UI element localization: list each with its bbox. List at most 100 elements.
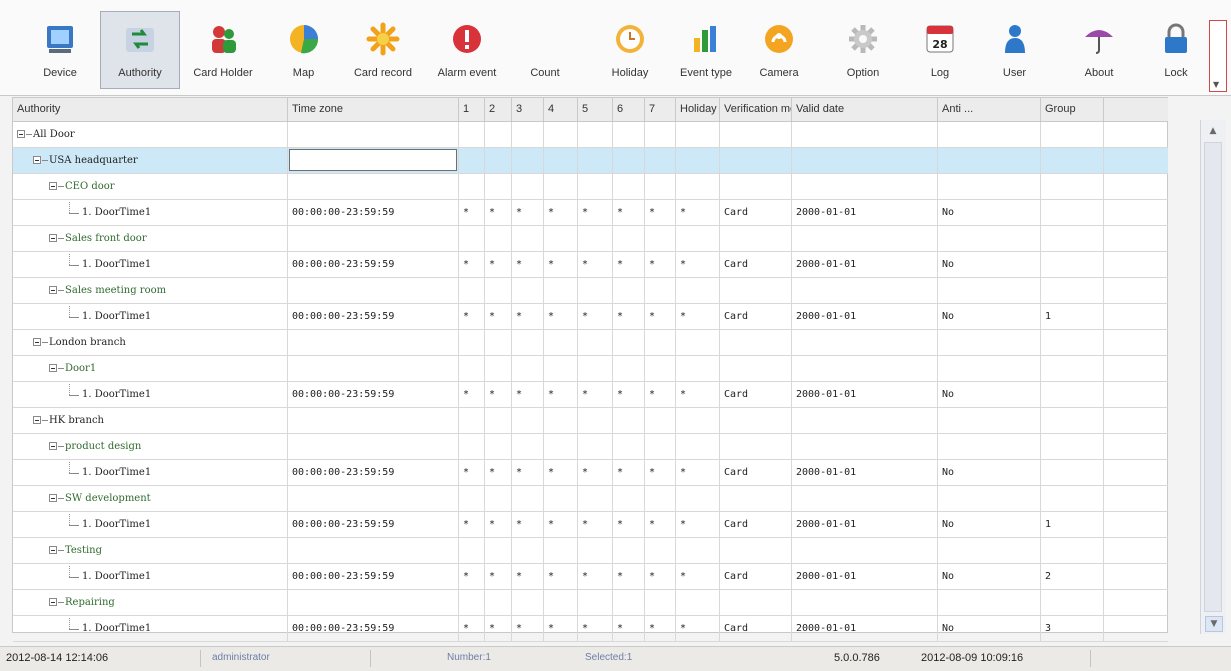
cell-valid-date[interactable]: [792, 356, 938, 381]
cell-5[interactable]: [578, 174, 613, 199]
collapse-toggle-icon[interactable]: [49, 286, 57, 294]
cell-verification-method[interactable]: [720, 356, 792, 381]
toolbar-option-button[interactable]: Option: [823, 12, 903, 90]
cell-2[interactable]: [485, 434, 512, 459]
column-header-anti[interactable]: Anti ...: [938, 98, 1041, 121]
cell-group[interactable]: [1041, 382, 1104, 407]
toolbar-map-button[interactable]: Map: [276, 12, 331, 90]
tree-node-label[interactable]: London branch: [49, 330, 126, 355]
cell-group[interactable]: 2: [1041, 564, 1104, 589]
cell-group[interactable]: [1041, 330, 1104, 355]
cell-holiday[interactable]: [676, 174, 720, 199]
cell-7[interactable]: [645, 486, 676, 511]
cell-7[interactable]: *: [645, 512, 676, 537]
cell-verification-method[interactable]: [720, 122, 792, 147]
cell-valid-date[interactable]: [792, 408, 938, 433]
cell-2[interactable]: [485, 408, 512, 433]
tree-node-row[interactable]: London branch: [13, 330, 1168, 356]
cell-3[interactable]: *: [512, 460, 544, 485]
cell-7[interactable]: [645, 174, 676, 199]
cell-2[interactable]: [485, 174, 512, 199]
tree-node-row[interactable]: Repairing: [13, 590, 1168, 616]
cell-valid-date[interactable]: [792, 590, 938, 615]
cell-2[interactable]: [485, 538, 512, 563]
cell-1[interactable]: [459, 538, 485, 563]
toolbar-about-button[interactable]: About: [1058, 12, 1140, 90]
time-zone-row[interactable]: 1. DoorTime1 00:00:00-23:59:59 * * * * * * * * Car…: [13, 252, 1168, 278]
cell-time-zone[interactable]: 00:00:00-23:59:59: [288, 564, 459, 589]
cell-verification-method[interactable]: [720, 148, 792, 173]
cell-5[interactable]: [578, 434, 613, 459]
cell-7[interactable]: *: [645, 382, 676, 407]
column-header-authority[interactable]: Authority: [13, 98, 288, 121]
cell-5[interactable]: [578, 148, 613, 173]
cell-time-zone[interactable]: 00:00:00-23:59:59: [288, 252, 459, 277]
cell-2[interactable]: [485, 330, 512, 355]
toolbar-camera-button[interactable]: Camera: [749, 12, 809, 90]
cell-6[interactable]: [613, 434, 645, 459]
cell-anti[interactable]: [938, 122, 1041, 147]
cell-valid-date[interactable]: [792, 278, 938, 303]
cell-2[interactable]: *: [485, 252, 512, 277]
cell-1[interactable]: [459, 148, 485, 173]
cell-time-zone[interactable]: [288, 486, 459, 511]
cell-1[interactable]: *: [459, 304, 485, 329]
column-header-2[interactable]: 2: [485, 98, 512, 121]
cell-7[interactable]: [645, 278, 676, 303]
column-header-1[interactable]: 1: [459, 98, 485, 121]
cell-7[interactable]: *: [645, 616, 676, 641]
cell-2[interactable]: [485, 226, 512, 251]
cell-3[interactable]: *: [512, 564, 544, 589]
cell-6[interactable]: *: [613, 564, 645, 589]
cell-4[interactable]: [544, 538, 578, 563]
cell-5[interactable]: [578, 408, 613, 433]
tree-node-label[interactable]: 1. DoorTime1: [82, 512, 151, 537]
cell-group[interactable]: [1041, 460, 1104, 485]
cell-valid-date[interactable]: [792, 434, 938, 459]
cell-verification-method[interactable]: Card: [720, 564, 792, 589]
cell-1[interactable]: *: [459, 564, 485, 589]
tree-node-label[interactable]: Door1: [65, 356, 96, 381]
cell-anti[interactable]: [938, 538, 1041, 563]
column-header-3[interactable]: 3: [512, 98, 544, 121]
cell-5[interactable]: [578, 122, 613, 147]
tree-node-label[interactable]: 1. DoorTime1: [82, 564, 151, 589]
cell-time-zone[interactable]: 00:00:00-23:59:59: [288, 512, 459, 537]
cell-7[interactable]: [645, 538, 676, 563]
time-zone-row[interactable]: 1. DoorTime1 00:00:00-23:59:59 * * * * * * * * Car…: [13, 512, 1168, 538]
cell-holiday[interactable]: *: [676, 564, 720, 589]
cell-5[interactable]: *: [578, 252, 613, 277]
cell-4[interactable]: [544, 590, 578, 615]
cell-3[interactable]: [512, 408, 544, 433]
cell-1[interactable]: [459, 356, 485, 381]
scroll-thumb[interactable]: [1204, 142, 1222, 612]
cell-anti[interactable]: [938, 408, 1041, 433]
cell-anti[interactable]: No: [938, 564, 1041, 589]
cell-7[interactable]: [645, 434, 676, 459]
cell-7[interactable]: [645, 226, 676, 251]
cell-anti[interactable]: No: [938, 304, 1041, 329]
cell-verification-method[interactable]: Card: [720, 460, 792, 485]
cell-holiday[interactable]: *: [676, 200, 720, 225]
cell-group[interactable]: [1041, 200, 1104, 225]
cell-6[interactable]: [613, 226, 645, 251]
column-header-7[interactable]: 7: [645, 98, 676, 121]
cell-anti[interactable]: No: [938, 252, 1041, 277]
tree-node-row[interactable]: product design: [13, 434, 1168, 460]
cell-verification-method[interactable]: Card: [720, 200, 792, 225]
cell-4[interactable]: [544, 226, 578, 251]
collapse-toggle-icon[interactable]: [17, 130, 25, 138]
toolbar-user-button[interactable]: User: [982, 12, 1047, 90]
tree-node-label[interactable]: product design: [65, 434, 141, 459]
cell-6[interactable]: [613, 278, 645, 303]
cell-valid-date[interactable]: [792, 330, 938, 355]
cell-5[interactable]: [578, 538, 613, 563]
cell-time-zone[interactable]: 00:00:00-23:59:59: [288, 304, 459, 329]
cell-group[interactable]: 3: [1041, 616, 1104, 641]
cell-holiday[interactable]: *: [676, 382, 720, 407]
cell-1[interactable]: *: [459, 200, 485, 225]
cell-1[interactable]: *: [459, 616, 485, 641]
cell-time-zone[interactable]: [288, 330, 459, 355]
cell-4[interactable]: *: [544, 200, 578, 225]
cell-6[interactable]: [613, 408, 645, 433]
